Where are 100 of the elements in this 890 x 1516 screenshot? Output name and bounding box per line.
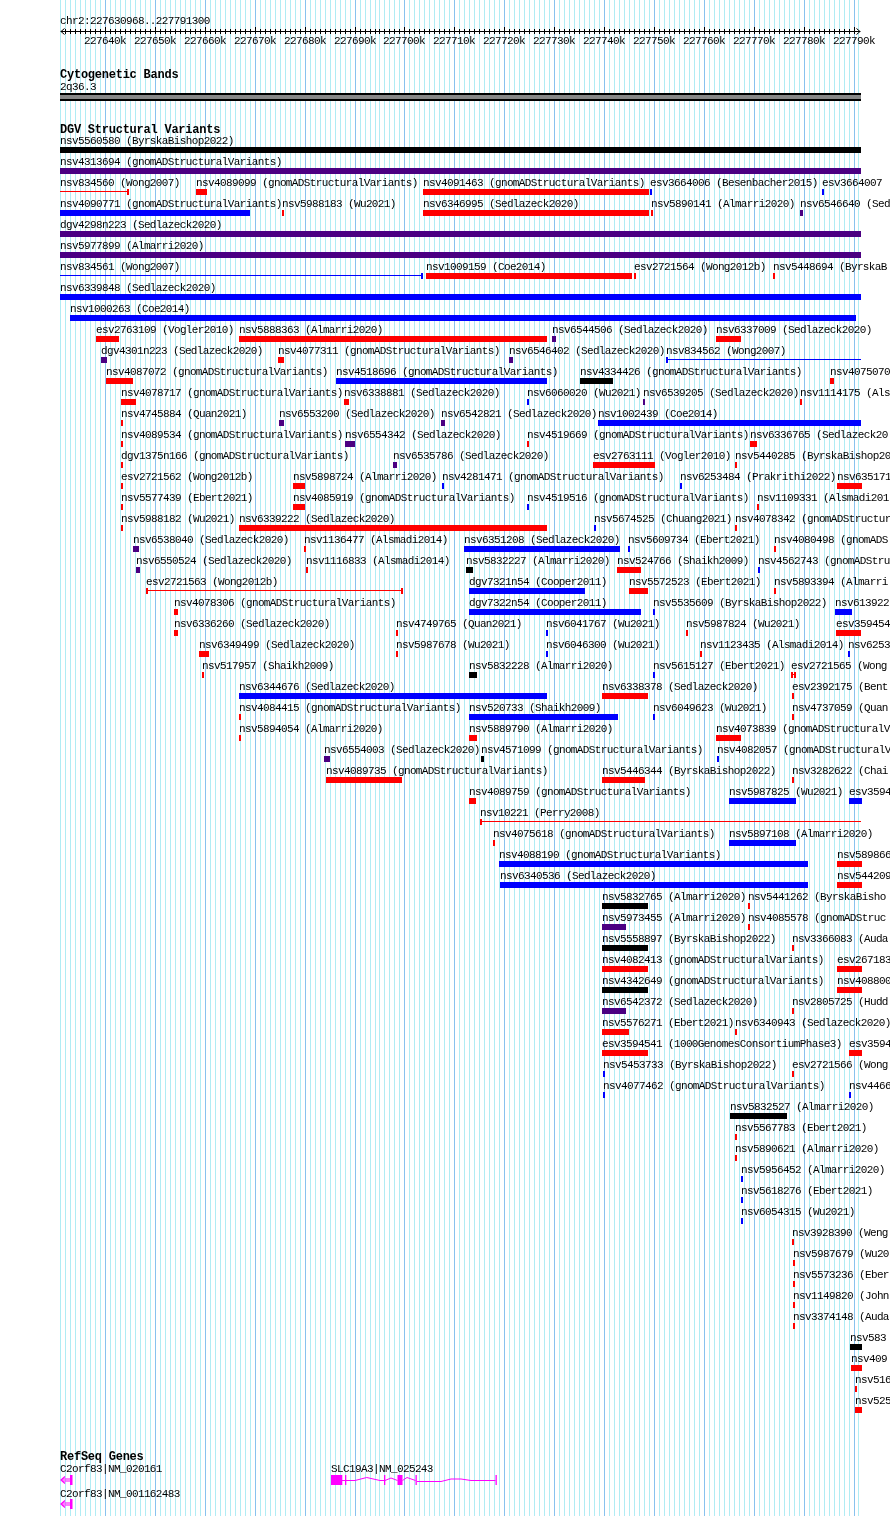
variant-label: nsv6339222 (Sedlazeck2020)	[239, 513, 395, 524]
variant-label: nsv4342649 (gnomADStructuralVariants)	[602, 975, 824, 986]
variant-label: esv2721565 (Wong	[791, 660, 887, 671]
variant-label: nsv5535609 (ByrskaBishop2022)	[653, 597, 827, 608]
variant-label: esv3594	[849, 786, 890, 797]
variant-label: nsv1136477 (Alsmadi2014)	[304, 534, 448, 545]
variant-label: nsv5567783 (Ebert2021)	[735, 1122, 867, 1133]
gene-model-drawing	[60, 1475, 73, 1485]
ruler-tick-label: 227760k	[683, 36, 725, 46]
variant-label: nsv4518696 (gnomADStructuralVariants)	[336, 366, 558, 377]
variant-label: nsv5890141 (Almarri2020)	[651, 198, 795, 209]
variant-label: nsv1109331 (Alsmadi201	[757, 492, 889, 503]
variant-label: dgv4301n223 (Sedlazeck2020)	[101, 345, 263, 356]
variant-label: nsv10221 (Perry2008)	[480, 807, 600, 818]
variant-label: nsv4313694 (gnomADStructuralVariants)	[60, 156, 282, 167]
variant-label: nsv5890621 (Almarri2020)	[735, 1143, 879, 1154]
variant-label: nsv6253484 (Prakrithi2022)	[680, 471, 836, 482]
variant-label: nsv6546402 (Sedlazeck2020)	[509, 345, 665, 356]
variant-label: nsv6546640 (Sed	[800, 198, 890, 209]
ruler-tick-label: 227780k	[783, 36, 825, 46]
ruler-tick-label: 227770k	[733, 36, 775, 46]
track-title: DGV Structural Variants	[60, 123, 221, 136]
variant-label: nsv6535786 (Sedlazeck2020)	[393, 450, 549, 461]
variant-label: nsv4078717 (gnomADStructuralVariants)	[121, 387, 343, 398]
variant-label: nsv5898724 (Almarri2020)	[293, 471, 437, 482]
variant-label: nsv5956452 (Almarri2020)	[741, 1164, 885, 1175]
variant-label: nsv4089099 (gnomADStructuralVariants)	[196, 177, 418, 188]
position-label: chr2:227630968..227791300	[60, 17, 210, 26]
variant-label: nsv5977899 (Almarri2020)	[60, 240, 204, 251]
ruler-tick-label: 227750k	[633, 36, 675, 46]
variant-label: nsv6336765 (Sedlazeck20	[750, 429, 888, 440]
variant-label: nsv4281471 (gnomADStructuralVariants)	[442, 471, 664, 482]
ruler-tick-label: 227680k	[284, 36, 326, 46]
variant-label: nsv6554003 (Sedlazeck2020)	[324, 744, 480, 755]
variant-label: nsv4089735 (gnomADStructuralVariants)	[326, 765, 548, 776]
variant-label: nsv4085919 (gnomADStructuralVariants)	[293, 492, 515, 503]
variant-label: nsv5560580 (ByrskaBishop2022)	[60, 135, 234, 146]
variant-label: nsv5987825 (Wu2021)	[729, 786, 843, 797]
variant-label: nsv583	[850, 1332, 886, 1343]
variant-label: nsv1123435 (Alsmadi2014)	[700, 639, 844, 650]
variant-label: esv3664006 (Besenbacher2015)	[650, 177, 818, 188]
variant-label: nsv4090771 (gnomADStructuralVariants)	[60, 198, 282, 209]
variant-label: nsv6542372 (Sedlazeck2020)	[602, 996, 758, 1007]
variant-label: esv2721566 (Wong	[792, 1059, 888, 1070]
ruler-tick-label: 227640k	[84, 36, 126, 46]
variant-label: nsv6340536 (Sedlazeck2020)	[500, 870, 656, 881]
variant-label: nsv6049623 (Wu2021)	[653, 702, 767, 713]
variant-label: nsv6550524 (Sedlazeck2020)	[136, 555, 292, 566]
variant-label: nsv4334426 (gnomADStructuralVariants)	[580, 366, 802, 377]
gene-label: C2orf83|NM_020161	[60, 1464, 162, 1475]
variant-label: nsv589866	[837, 849, 890, 860]
variant-label: nsv3374148 (Auda	[793, 1311, 889, 1322]
variant-label: nsv5577439 (Ebert2021)	[121, 492, 253, 503]
variant-label: nsv4519669 (gnomADStructuralVariants)	[527, 429, 749, 440]
variant-label: nsv5609734 (Ebert2021)	[628, 534, 760, 545]
track-title: RefSeq Genes	[60, 1450, 144, 1463]
band-label: 2q36.3	[60, 82, 96, 92]
variant-label: esv2721562 (Wong2012b)	[121, 471, 253, 482]
variant-label: nsv544209	[837, 870, 890, 881]
variant-label: nsv6344676 (Sedlazeck2020)	[239, 681, 395, 692]
variant-label: nsv6542821 (Sedlazeck2020)	[441, 408, 597, 419]
variant-label: nsv1149820 (John	[793, 1290, 889, 1301]
variant-label: nsv4089534 (gnomADStructuralVariants)	[121, 429, 343, 440]
variant-label: nsv6554342 (Sedlazeck2020)	[345, 429, 501, 440]
variant-label: nsv613922	[835, 597, 889, 608]
variant-label: nsv5572523 (Ebert2021)	[629, 576, 761, 587]
variant-label: nsv5888363 (Almarri2020)	[239, 324, 383, 335]
variant-label: nsv6041767 (Wu2021)	[546, 618, 660, 629]
variant-label: nsv5832527 (Almarri2020)	[730, 1101, 874, 1112]
ruler-tick-label: 227740k	[583, 36, 625, 46]
variant-label: nsv5894054 (Almarri2020)	[239, 723, 383, 734]
variant-label: nsv6336260 (Sedlazeck2020)	[174, 618, 330, 629]
variant-label: nsv5889790 (Almarri2020)	[469, 723, 613, 734]
ruler-tick-label: 227710k	[433, 36, 475, 46]
gene-model-drawing	[60, 1499, 73, 1510]
variant-label: nsv6054315 (Wu2021)	[741, 1206, 855, 1217]
ruler-tick-label: 227720k	[483, 36, 525, 46]
gene-label: SLC19A3|NM_025243	[331, 1464, 433, 1475]
variant-label: nsv520733 (Shaikh2009)	[469, 702, 601, 713]
variant-label: nsv4075070	[830, 366, 890, 377]
ruler-tick-label: 227660k	[184, 36, 226, 46]
variant-label: nsv4075618 (gnomADStructuralVariants)	[493, 828, 715, 839]
variant-label: nsv5448694 (ByrskaB	[773, 261, 887, 272]
variant-label: nsv3366083 (Auda	[792, 933, 888, 944]
variant-label: nsv524766 (Shaikh2009)	[617, 555, 749, 566]
variant-label: nsv4091463 (gnomADStructuralVariants)	[423, 177, 645, 188]
variant-label: nsv1002439 (Coe2014)	[598, 408, 718, 419]
variant-label: nsv5573236 (Eber	[793, 1269, 889, 1280]
variant-label: nsv1000263 (Coe2014)	[70, 303, 190, 314]
variant-label: nsv4089759 (gnomADStructuralVariants)	[469, 786, 691, 797]
variant-label: dgv4298n223 (Sedlazeck2020)	[60, 219, 222, 230]
variant-label: nsv5973455 (Almarri2020)	[602, 912, 746, 923]
variant-label: nsv834561 (Wong2007)	[60, 261, 180, 272]
ruler-tick-label: 227690k	[334, 36, 376, 46]
variant-label: nsv4519516 (gnomADStructuralVariants)	[527, 492, 749, 503]
variant-label: nsv5440285 (ByrskaBishop20	[735, 450, 890, 461]
variant-label: nsv6539205 (Sedlazeck2020)	[643, 387, 799, 398]
variant-label: nsv517957 (Shaikh2009)	[202, 660, 334, 671]
variant-label: nsv525	[855, 1395, 890, 1406]
variant-label: nsv5446344 (ByrskaBishop2022)	[602, 765, 776, 776]
